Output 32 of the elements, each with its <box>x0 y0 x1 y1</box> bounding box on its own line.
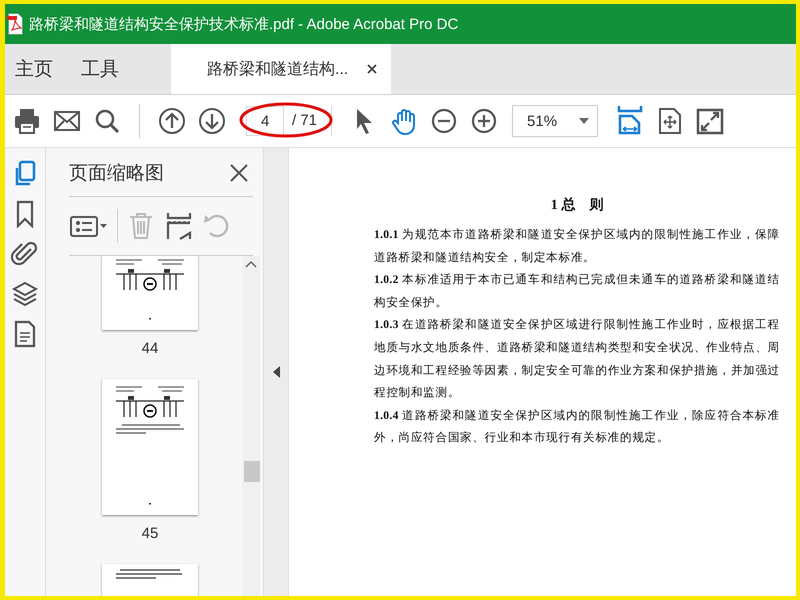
close-icon[interactable] <box>367 64 377 74</box>
insert-page-icon[interactable] <box>164 211 194 241</box>
zoom-in-icon[interactable] <box>470 107 498 135</box>
tab[interactable]: 路桥梁和隧道结构... <box>171 44 391 94</box>
window-title: 路桥梁和隧道结构安全保护技术标准.pdf - Adobe Acrobat Pro DC <box>29 14 458 34</box>
close-icon[interactable] <box>229 163 249 183</box>
zoom-out-icon[interactable] <box>430 107 458 135</box>
section-heading: 1 总 则 <box>550 196 604 214</box>
paperclip-icon[interactable] <box>11 240 39 268</box>
paragraph: 1.0.4 道路桥梁和隧道安全保护区域内的限制性施工作业，除应符合本标准外，尚应符合国家、行业和本市现行有关标准的规定。 <box>374 408 780 446</box>
page-label: 45 <box>142 525 158 542</box>
zoom-dropdown[interactable]: 51% <box>512 105 598 137</box>
page-label: 44 <box>142 340 158 357</box>
page-count: / 71 <box>284 106 332 136</box>
paragraph: 1.0.2 本标准适用于本市已通车和结构已完成但未通车的道路桥梁和隧道结构安全保护。 <box>374 272 780 311</box>
tab[interactable]: 主页 <box>9 44 59 94</box>
caret-icon <box>579 118 590 124</box>
scrollbar[interactable] <box>242 256 260 596</box>
collapse-arrow-icon[interactable] <box>272 366 280 378</box>
fit-width-icon[interactable] <box>616 105 644 137</box>
search-icon[interactable] <box>93 107 121 135</box>
scroll-up-icon[interactable] <box>245 260 257 268</box>
print-icon[interactable] <box>13 107 41 135</box>
full-screen-icon[interactable] <box>696 107 724 135</box>
scroll-thumb[interactable] <box>244 461 260 482</box>
page-thumbnail[interactable] <box>102 379 198 515</box>
tab[interactable]: 工具 <box>75 44 125 94</box>
paragraph: 1.0.3 在道路桥梁和隧道安全保护区域进行限制性施工作业时，应根据工程地质与水文地质条件、道路桥梁和隧道结构类型和安全状况、作业特点、周边环境和工程经验等因素，制定安全可靠的作业方案和保护措施，并加强过程控制和监测。 <box>374 317 780 402</box>
pdf-file-icon <box>7 13 23 35</box>
layers-icon[interactable] <box>11 280 39 308</box>
paragraph: 1.0.1 为规范本市道路桥梁和隧道安全保护区域内的限制性施工作业，保障道路桥梁和隧道结构安全，制定本标准。 <box>374 227 780 266</box>
panel-title: 页面缩略图 <box>69 162 164 186</box>
